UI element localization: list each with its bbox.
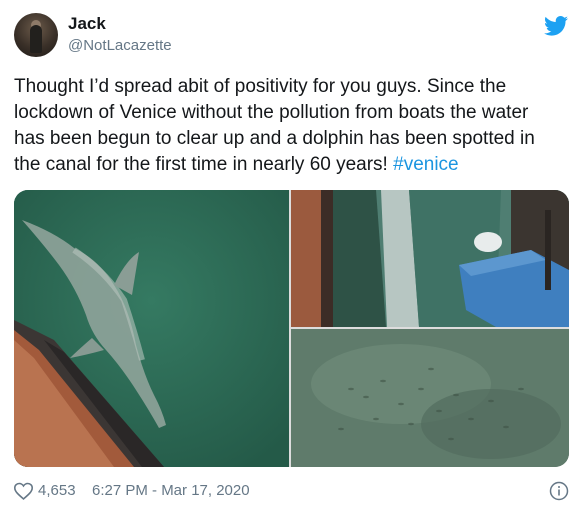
heart-icon[interactable] (14, 482, 33, 500)
media-grid (14, 190, 569, 467)
like-count[interactable]: 4,653 (38, 482, 76, 499)
media-photo-dolphin[interactable] (14, 190, 289, 467)
tweet-text: Thought I’d spread abit of positivity fo… (14, 74, 574, 178)
media-photo-fish[interactable] (291, 329, 569, 467)
info-icon[interactable] (549, 481, 569, 501)
hashtag-link[interactable]: #venice (393, 154, 459, 175)
avatar-figure (30, 25, 42, 53)
twitter-bird-icon[interactable] (544, 16, 568, 36)
tweet-footer: 4,653 6:27 PM - Mar 17, 2020 (14, 480, 569, 504)
media-photo-canal[interactable] (291, 190, 569, 327)
display-name[interactable]: Jack (68, 14, 106, 34)
avatar[interactable] (14, 13, 58, 57)
canal-photo-art (291, 190, 569, 327)
user-handle[interactable]: @NotLacazette (68, 37, 172, 54)
tweet-timestamp[interactable]: 6:27 PM - Mar 17, 2020 (92, 482, 250, 499)
fish-photo-art (291, 329, 569, 467)
tweet-card: Jack @NotLacazette Thought I’d spread ab… (0, 0, 585, 515)
dolphin-photo-art (14, 190, 289, 467)
